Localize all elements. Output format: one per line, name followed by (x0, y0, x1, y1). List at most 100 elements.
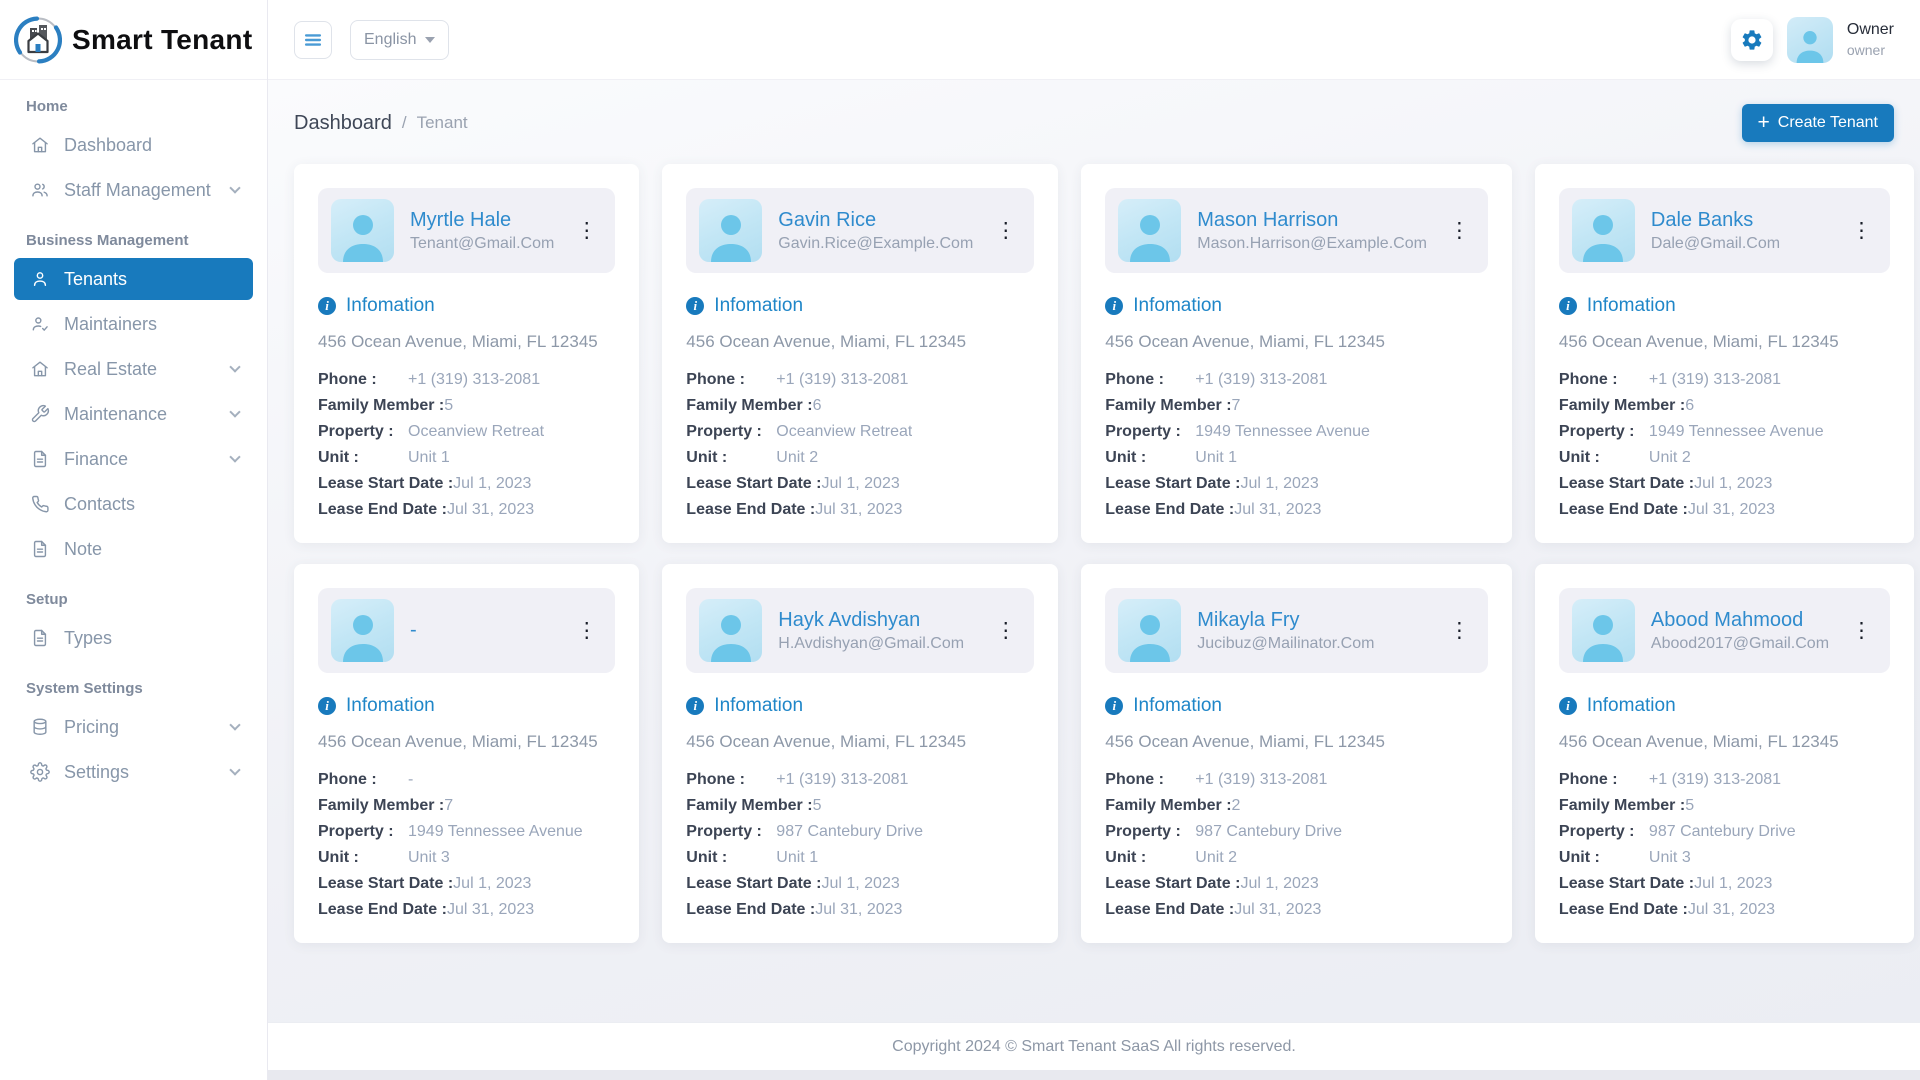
tenant-address: 456 Ocean Avenue, Miami, FL 12345 (1559, 732, 1890, 752)
info-icon: i (1105, 297, 1123, 315)
unit-row: Unit : Unit 2 (1105, 845, 1488, 871)
field-value: Jul 1, 2023 (453, 475, 531, 493)
field-value: +1 (319) 313-2081 (1649, 771, 1781, 789)
person-icon (707, 608, 755, 662)
tenant-avatar (699, 199, 762, 262)
field-value: Jul 31, 2023 (815, 501, 902, 519)
sidebar-item-contacts[interactable]: Contacts (14, 483, 253, 525)
field-label: Property : (318, 423, 408, 441)
gear-icon (30, 762, 50, 782)
sidebar-item-tenants[interactable]: Tenants (14, 258, 253, 300)
gear-icon (1740, 28, 1764, 52)
sidebar-item-label: Maintainers (64, 314, 157, 335)
tenant-address: 456 Ocean Avenue, Miami, FL 12345 (686, 332, 1034, 352)
field-value: Jul 31, 2023 (1234, 901, 1321, 919)
sidebar-item-staff-management[interactable]: Staff Management (14, 169, 253, 211)
card-menu-button[interactable]: ⋮ (1443, 216, 1476, 245)
tenant-name-link[interactable]: Mason Harrison (1197, 209, 1427, 232)
sidebar-item-real-estate[interactable]: Real Estate (14, 348, 253, 390)
field-value: Jul 31, 2023 (1688, 501, 1775, 519)
tenant-avatar (1572, 199, 1635, 262)
card-menu-button[interactable]: ⋮ (989, 216, 1022, 245)
card-menu-button[interactable]: ⋮ (1845, 216, 1878, 245)
unit-row: Unit : Unit 2 (1559, 445, 1890, 471)
tenant-card: Dale Banks Dale@Gmail.Com ⋮ i Infomation… (1535, 164, 1914, 543)
user-role: owner (1847, 41, 1894, 59)
lease-start-row: Lease Start Date : Jul 1, 2023 (686, 871, 1034, 897)
field-label: Property : (686, 423, 776, 441)
field-value: Jul 1, 2023 (1694, 475, 1772, 493)
field-value: Jul 1, 2023 (1240, 875, 1318, 893)
tenant-card-header: Hayk Avdishyan H.Avdishyan@Gmail.Com ⋮ (686, 588, 1034, 673)
card-menu-button[interactable]: ⋮ (570, 216, 603, 245)
chevron-down-icon (229, 406, 240, 417)
main-area: Dashboard / Tenant + Create Tenant Myrtl… (268, 80, 1920, 1022)
tenant-card-header: - ⋮ (318, 588, 615, 673)
settings-button[interactable] (1731, 19, 1773, 61)
sidebar-item-maintainers[interactable]: Maintainers (14, 303, 253, 345)
field-label: Lease Start Date : (318, 475, 453, 493)
tenant-avatar (1118, 599, 1181, 662)
property-row: Property : 1949 Tennessee Avenue (318, 819, 615, 845)
sidebar-item-note[interactable]: Note (14, 528, 253, 570)
field-value: Unit 2 (1195, 849, 1237, 867)
tenant-avatar (699, 599, 762, 662)
tenant-name-link[interactable]: Gavin Rice (778, 209, 973, 232)
field-value: Jul 31, 2023 (1234, 501, 1321, 519)
tenant-address: 456 Ocean Avenue, Miami, FL 12345 (318, 732, 615, 752)
chevron-down-icon (229, 451, 240, 462)
lease-end-row: Lease End Date : Jul 31, 2023 (1105, 497, 1488, 523)
tenant-name-link[interactable]: - (410, 619, 554, 642)
app-logo[interactable]: Smart Tenant (0, 0, 267, 80)
card-menu-button[interactable]: ⋮ (1443, 616, 1476, 645)
sidebar-item-dashboard[interactable]: Dashboard (14, 124, 253, 166)
family-member-row: Family Member : 5 (686, 793, 1034, 819)
tenant-name-link[interactable]: Abood Mahmood (1651, 609, 1829, 632)
user-name: Owner (1847, 20, 1894, 41)
sidebar-item-label: Types (64, 628, 112, 649)
person-icon (1579, 208, 1627, 262)
family-member-row: Family Member : 7 (318, 793, 615, 819)
lease-start-row: Lease Start Date : Jul 1, 2023 (1559, 871, 1890, 897)
card-menu-button[interactable]: ⋮ (989, 616, 1022, 645)
sidebar-item-label: Note (64, 539, 102, 560)
field-label: Lease End Date : (1105, 901, 1234, 919)
language-selector[interactable]: English (350, 20, 449, 60)
tenant-name-link[interactable]: Mikayla Fry (1197, 609, 1427, 632)
property-row: Property : 987 Cantebury Drive (686, 819, 1034, 845)
card-section-title: Infomation (1133, 695, 1222, 717)
tenant-name-link[interactable]: Myrtle Hale (410, 209, 554, 232)
sidebar-item-pricing[interactable]: Pricing (14, 706, 253, 748)
field-label: Family Member : (1559, 797, 1685, 815)
sidebar-item-types[interactable]: Types (14, 617, 253, 659)
tenant-email: Mason.Harrison@Example.Com (1197, 235, 1427, 253)
tenant-email: Gavin.Rice@Example.Com (778, 235, 973, 253)
sidebar-item-maintenance[interactable]: Maintenance (14, 393, 253, 435)
property-row: Property : Oceanview Retreat (686, 419, 1034, 445)
home-icon (30, 135, 50, 155)
field-label: Unit : (686, 449, 776, 467)
sidebar-item-settings[interactable]: Settings (14, 751, 253, 793)
tenant-card: - ⋮ i Infomation 456 Ocean Avenue, Miami… (294, 564, 639, 943)
tenant-name-link[interactable]: Dale Banks (1651, 209, 1829, 232)
lease-start-row: Lease Start Date : Jul 1, 2023 (1105, 871, 1488, 897)
user-avatar[interactable] (1787, 17, 1833, 63)
card-menu-button[interactable]: ⋮ (1845, 616, 1878, 645)
sidebar-item-finance[interactable]: Finance (14, 438, 253, 480)
field-label: Lease End Date : (318, 901, 447, 919)
field-label: Family Member : (1105, 797, 1231, 815)
field-label: Property : (1559, 423, 1649, 441)
info-icon: i (318, 697, 336, 715)
tenant-name-link[interactable]: Hayk Avdishyan (778, 609, 973, 632)
field-label: Unit : (318, 849, 408, 867)
card-menu-button[interactable]: ⋮ (570, 616, 603, 645)
sidebar-toggle-button[interactable] (294, 21, 332, 59)
user-meta: Owner owner (1847, 20, 1894, 59)
field-label: Property : (1559, 823, 1649, 841)
breadcrumb-dashboard[interactable]: Dashboard (294, 112, 392, 135)
lease-end-row: Lease End Date : Jul 31, 2023 (686, 897, 1034, 923)
field-label: Phone : (318, 771, 408, 789)
phone-icon (30, 494, 50, 514)
field-value: Jul 1, 2023 (821, 475, 899, 493)
create-tenant-button[interactable]: + Create Tenant (1742, 104, 1894, 142)
